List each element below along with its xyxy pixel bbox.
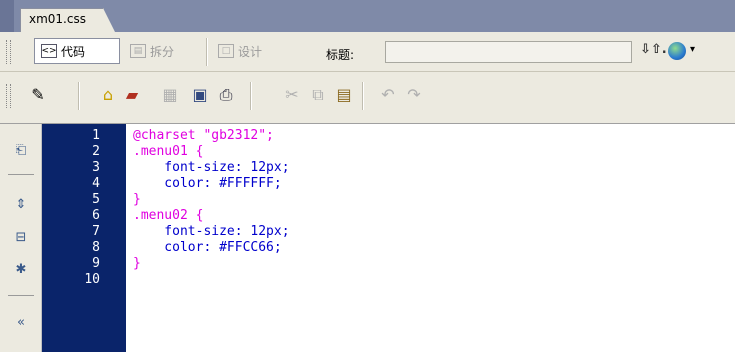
line-number-text: 7 — [92, 224, 100, 239]
code-line[interactable]: } — [133, 256, 141, 272]
line-number-text: 3 — [92, 160, 100, 175]
collapse-full-tag-icon[interactable]: ⇕ — [13, 196, 29, 212]
toolbar-separator — [206, 38, 208, 66]
select-parent-tag-icon[interactable]: « — [13, 314, 29, 330]
code-view-icon: <> — [41, 44, 57, 58]
code-line[interactable]: font-size: 12px; — [133, 224, 289, 240]
line-number: 3 — [42, 160, 126, 176]
title-label: 标题: — [326, 48, 355, 62]
file-management-icon[interactable]: ⇩⇧. — [640, 42, 667, 57]
code-editor: ⎗ ⇕ ⊟ ✱ « 1 @charset "gb2312"; 2 .menu01 { 3… — [0, 124, 735, 352]
cut-icon[interactable]: ✂ — [282, 85, 302, 105]
toolbar-separator — [250, 82, 252, 110]
toolbar-grip[interactable] — [6, 84, 11, 108]
line-number: 2 — [42, 144, 126, 160]
open-documents-icon[interactable]: ⎗ — [13, 142, 29, 158]
new-document-icon[interactable]: ✎ — [28, 85, 48, 105]
line-number: 8 — [42, 240, 126, 256]
line-number-text: 4 — [92, 176, 100, 191]
save-all-icon[interactable]: ▣ — [190, 85, 210, 105]
standard-toolbar: ✎ ⌂ ▰ ▦ ▣ ⎙ ✂ ⧉ ▤ ↶ ↷ — [0, 72, 735, 124]
document-tab-label: xm01.css — [29, 12, 86, 26]
line-number-text: 2 — [92, 144, 100, 159]
design-view-button[interactable]: □ 设计 — [212, 38, 292, 64]
line-number-text: 1 — [92, 128, 100, 143]
copy-icon[interactable]: ⧉ — [308, 85, 328, 105]
design-view-icon: □ — [218, 44, 234, 58]
line-number: 9 — [42, 256, 126, 272]
expand-all-icon[interactable]: ✱ — [13, 261, 29, 277]
code-line[interactable]: .menu01 { — [133, 144, 203, 160]
document-toolbar: <> 代码 ▤ 拆分 □ 设计 标题: ⇩⇧. ▾ — [0, 32, 735, 72]
line-number: 6 — [42, 208, 126, 224]
toolbar-grip[interactable] — [6, 40, 11, 64]
line-number-text: 5 — [92, 192, 100, 207]
code-view-label: 代码 — [61, 44, 86, 59]
coding-toolbar: ⎗ ⇕ ⊟ ✱ « — [0, 124, 42, 352]
line-number: 7 — [42, 224, 126, 240]
paste-icon[interactable]: ▤ — [334, 85, 354, 105]
line-number-text: 6 — [92, 208, 100, 223]
undo-icon[interactable]: ↶ — [378, 85, 398, 105]
coding-toolbar-divider — [8, 174, 34, 175]
code-line[interactable]: } — [133, 192, 141, 208]
toolbar-separator — [78, 82, 80, 110]
preview-browser-icon[interactable] — [668, 42, 686, 60]
tab-bar-edge — [0, 0, 14, 32]
chevron-down-icon[interactable]: ▾ — [690, 44, 695, 55]
line-number: 4 — [42, 176, 126, 192]
save-icon[interactable]: ▦ — [160, 85, 180, 105]
browse-in-bridge-icon[interactable]: ▰ — [122, 85, 142, 105]
tab-slant — [103, 8, 115, 32]
code-line[interactable]: .menu02 { — [133, 208, 203, 224]
code-view-button[interactable]: <> 代码 — [34, 38, 120, 64]
open-folder-icon[interactable]: ⌂ — [98, 85, 118, 105]
document-tab-bar: xm01.css — [0, 0, 735, 32]
print-icon[interactable]: ⎙ — [216, 85, 236, 105]
design-view-label: 设计 — [238, 44, 263, 59]
code-line[interactable]: @charset "gb2312"; — [133, 128, 274, 144]
code-line[interactable]: color: #FFFFFF; — [133, 176, 281, 192]
collapse-selection-icon[interactable]: ⊟ — [13, 229, 29, 245]
line-number: 1 — [42, 128, 126, 144]
split-view-button[interactable]: ▤ 拆分 — [124, 38, 204, 64]
line-number-text: 8 — [92, 240, 100, 255]
document-tab[interactable]: xm01.css — [20, 8, 115, 32]
line-number-text: 9 — [92, 256, 100, 271]
line-number: 5 — [42, 192, 126, 208]
split-view-icon: ▤ — [130, 44, 146, 58]
code-line[interactable]: color: #FFCC66; — [133, 240, 281, 256]
code-line[interactable]: font-size: 12px; — [133, 160, 289, 176]
line-number-text: 10 — [84, 272, 100, 287]
line-number: 10 — [42, 272, 126, 288]
toolbar-separator — [362, 82, 364, 110]
title-input[interactable] — [385, 41, 632, 63]
redo-icon[interactable]: ↷ — [404, 85, 424, 105]
coding-toolbar-divider — [8, 295, 34, 296]
split-view-label: 拆分 — [150, 44, 175, 59]
